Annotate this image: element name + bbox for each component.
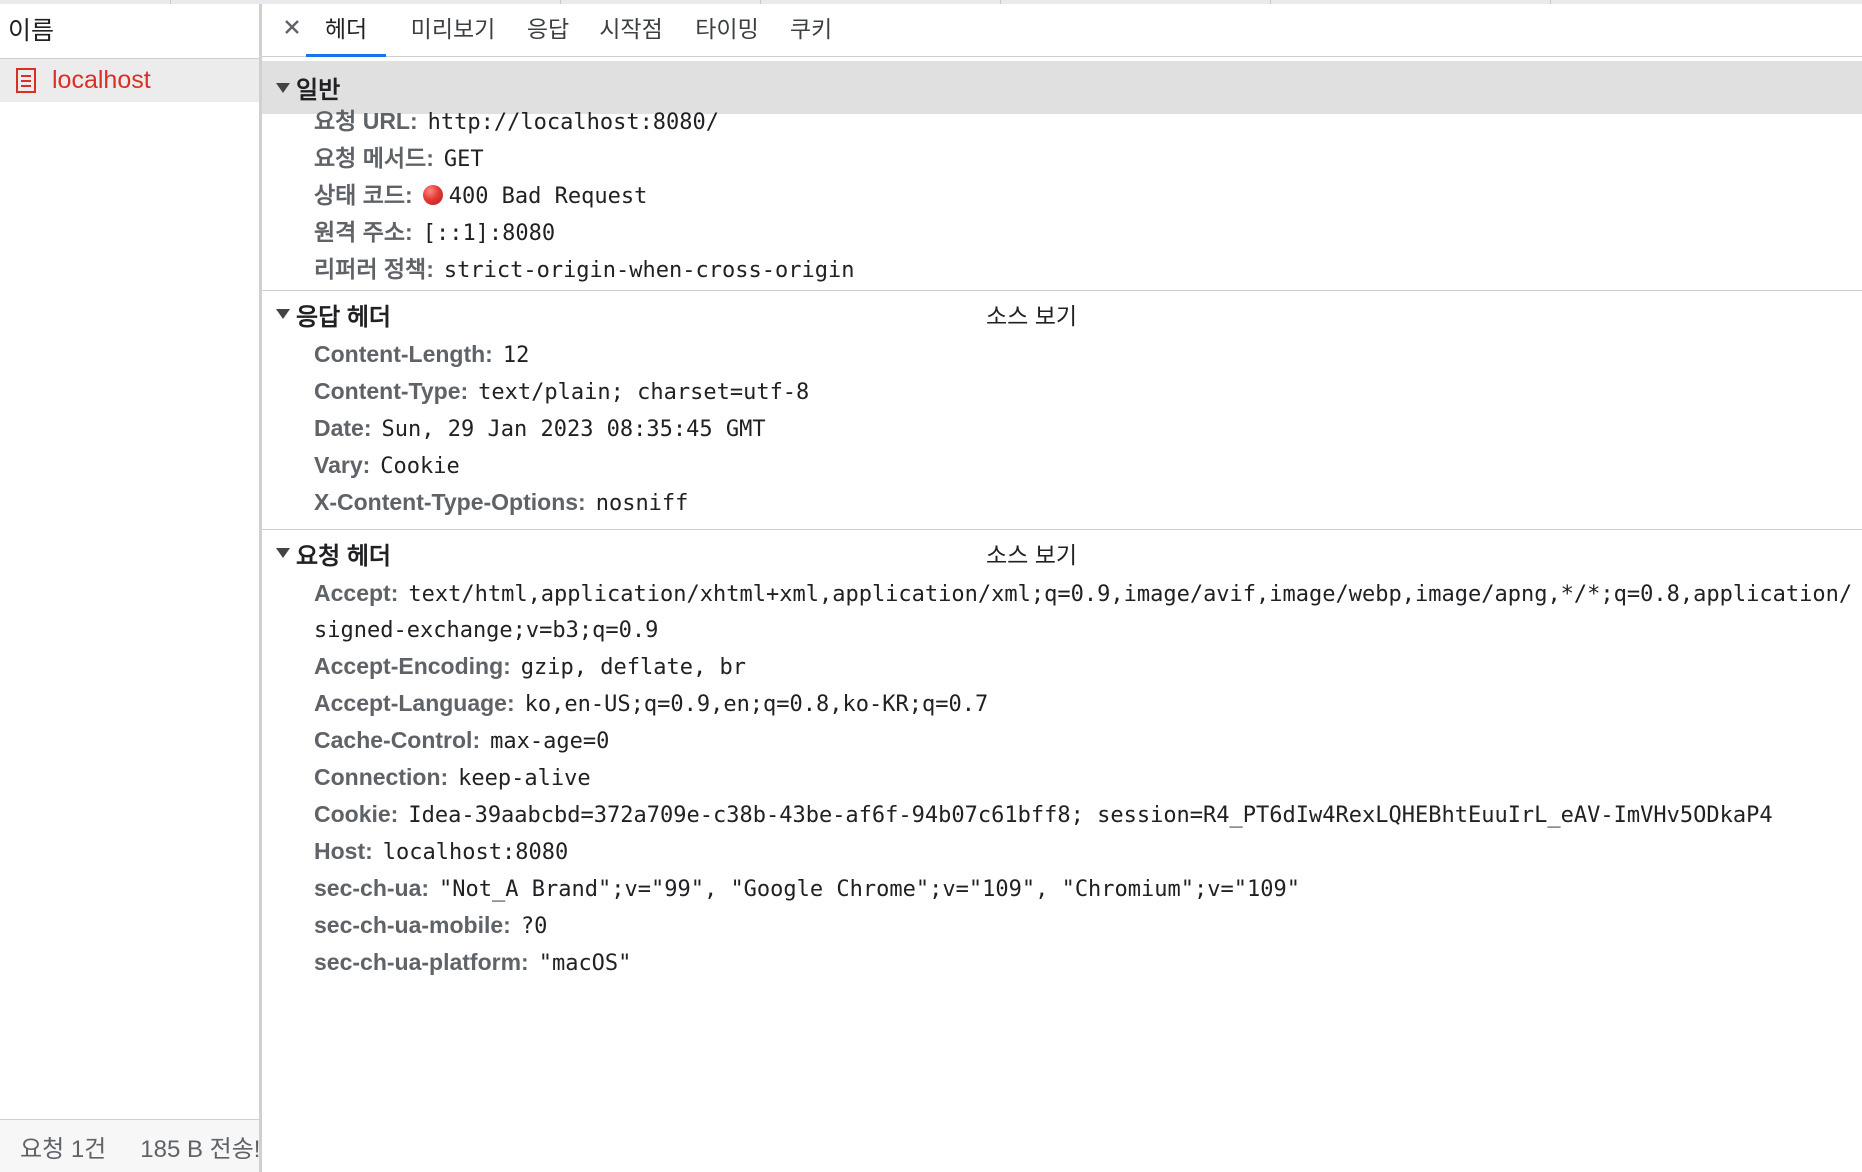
request-header-row: Host: localhost:8080 (314, 838, 568, 865)
header-key: sec-ch-ua-mobile: (314, 912, 511, 938)
header-value[interactable]: http://localhost:8080/ (428, 110, 719, 135)
request-detail-pane: 헤더 미리보기 응답 시작점 타이밍 쿠키 일반 요청 URL: http://l… (262, 4, 1862, 1172)
general-row: 리퍼러 정책: strict-origin-when-cross-origin (314, 250, 854, 284)
header-value[interactable]: "Not_A Brand";v="99", "Google Chrome";v=… (439, 877, 1300, 902)
view-source-link[interactable]: 소스 보기 (986, 536, 1077, 570)
header-key: 상태 코드: (314, 182, 413, 208)
response-header-row: Content-Length: 12 (314, 341, 529, 368)
header-key: Accept-Encoding: (314, 653, 511, 679)
header-key: Accept-Language: (314, 690, 515, 716)
header-value[interactable]: Cookie (380, 454, 459, 479)
request-header-row: Accept-Encoding: gzip, deflate, br (314, 653, 746, 680)
header-key: sec-ch-ua: (314, 875, 430, 901)
request-list-pane: 이름 localhost 요청 1건 185 B 전송! (0, 4, 262, 1172)
general-row: 요청 URL: http://localhost:8080/ (314, 102, 719, 136)
collapse-triangle-icon (276, 308, 290, 320)
request-header-row: sec-ch-ua: "Not_A Brand";v="99", "Google … (314, 875, 1300, 902)
request-header-row: sec-ch-ua-mobile: ?0 (314, 912, 547, 939)
header-key: 원격 주소: (314, 219, 413, 245)
header-value[interactable]: 400 Bad Request (449, 184, 648, 209)
name-column-header[interactable]: 이름 (0, 4, 259, 59)
request-count: 요청 1건 (20, 1135, 107, 1163)
close-icon[interactable] (280, 15, 304, 39)
header-key: sec-ch-ua-platform: (314, 949, 529, 975)
header-key: Host: (314, 838, 373, 864)
header-key: 요청 URL: (314, 108, 418, 134)
response-header-row: X-Content-Type-Options: nosniff (314, 489, 688, 516)
request-name: localhost (52, 66, 151, 94)
header-value[interactable]: text/plain; charset=utf-8 (478, 380, 809, 405)
header-key: Cache-Control: (314, 727, 481, 753)
header-key: X-Content-Type-Options: (314, 489, 586, 515)
document-icon (14, 67, 40, 95)
header-value[interactable]: Idea-39aabcbd=372a709e-c38b-43be-af6f-94… (408, 803, 1772, 828)
tab-bar: 헤더 미리보기 응답 시작점 타이밍 쿠키 (262, 4, 1862, 57)
tab-response[interactable]: 응답 (518, 4, 578, 57)
request-header-row: Accept: text/html,application/xhtml+xml,a… (314, 580, 1852, 607)
tab-headers[interactable]: 헤더 (306, 4, 386, 57)
transfer-size: 185 B 전송! (140, 1135, 259, 1163)
header-key: Cookie: (314, 801, 399, 827)
general-row: 원격 주소: [::1]:8080 (314, 213, 555, 247)
request-header-row: Accept-Language: ko,en-US;q=0.9,en;q=0.8,… (314, 690, 988, 717)
tab-timing[interactable]: 타이밍 (684, 4, 770, 57)
header-key: Date: (314, 415, 372, 441)
status-error-icon (422, 185, 443, 205)
general-row: 상태 코드: 400 Bad Request (314, 176, 647, 210)
collapse-triangle-icon (276, 547, 290, 559)
request-header-row: Connection: keep-alive (314, 764, 591, 791)
header-value[interactable]: GET (444, 147, 484, 172)
header-key: Content-Type: (314, 378, 469, 404)
header-key: 요청 메서드: (314, 145, 434, 171)
status-bar: 요청 1건 185 B 전송! (0, 1119, 259, 1172)
view-source-link[interactable]: 소스 보기 (986, 297, 1077, 331)
header-value[interactable]: "macOS" (539, 951, 632, 976)
general-row: 요청 메서드: GET (314, 139, 484, 173)
tab-preview[interactable]: 미리보기 (400, 4, 506, 57)
section-divider (262, 290, 1862, 291)
header-value[interactable]: 12 (503, 343, 530, 368)
section-divider (262, 529, 1862, 530)
header-value[interactable]: keep-alive (458, 766, 590, 791)
header-value[interactable]: gzip, deflate, br (521, 655, 746, 680)
general-title: 일반 (296, 77, 341, 104)
header-key: Content-Length: (314, 341, 493, 367)
request-headers-title: 요청 헤더 (296, 542, 391, 570)
request-header-row: Cookie: Idea-39aabcbd=372a709e-c38b-43be-… (314, 801, 1773, 828)
header-value[interactable]: localhost:8080 (383, 840, 568, 865)
header-value[interactable]: signed-exchange;v=b3;q=0.9 (314, 618, 658, 643)
response-header-row: Date: Sun, 29 Jan 2023 08:35:45 GMT (314, 415, 766, 442)
request-header-row: Cache-Control: max-age=0 (314, 727, 609, 754)
request-header-row-continued: signed-exchange;v=b3;q=0.9 (314, 616, 658, 643)
response-headers-section-header[interactable]: 응답 헤더 소스 보기 (262, 297, 1862, 331)
response-header-row: Content-Type: text/plain; charset=utf-8 (314, 378, 809, 405)
header-key: Accept: (314, 580, 399, 606)
tab-cookies[interactable]: 쿠키 (780, 4, 842, 57)
header-value[interactable]: ko,en-US;q=0.9,en;q=0.8,ko-KR;q=0.7 (525, 692, 989, 717)
request-headers-section-header[interactable]: 요청 헤더 소스 보기 (262, 536, 1862, 570)
header-key: Vary: (314, 452, 371, 478)
header-value[interactable]: max-age=0 (490, 729, 609, 754)
tab-initiator[interactable]: 시작점 (590, 4, 672, 57)
request-header-row: sec-ch-ua-platform: "macOS" (314, 949, 631, 976)
response-header-row: Vary: Cookie (314, 452, 460, 479)
response-headers-title: 응답 헤더 (296, 303, 391, 331)
header-value[interactable]: strict-origin-when-cross-origin (444, 258, 855, 283)
header-key: Connection: (314, 764, 449, 790)
header-value[interactable]: Sun, 29 Jan 2023 08:35:45 GMT (382, 417, 766, 442)
header-value[interactable]: [::1]:8080 (423, 221, 555, 246)
header-value[interactable]: ?0 (521, 914, 548, 939)
request-item-localhost[interactable]: localhost (0, 59, 259, 102)
collapse-triangle-icon (276, 82, 290, 94)
header-key: 리퍼러 정책: (314, 256, 434, 282)
header-value[interactable]: nosniff (596, 491, 689, 516)
header-value[interactable]: text/html,application/xhtml+xml,applicat… (408, 582, 1852, 607)
